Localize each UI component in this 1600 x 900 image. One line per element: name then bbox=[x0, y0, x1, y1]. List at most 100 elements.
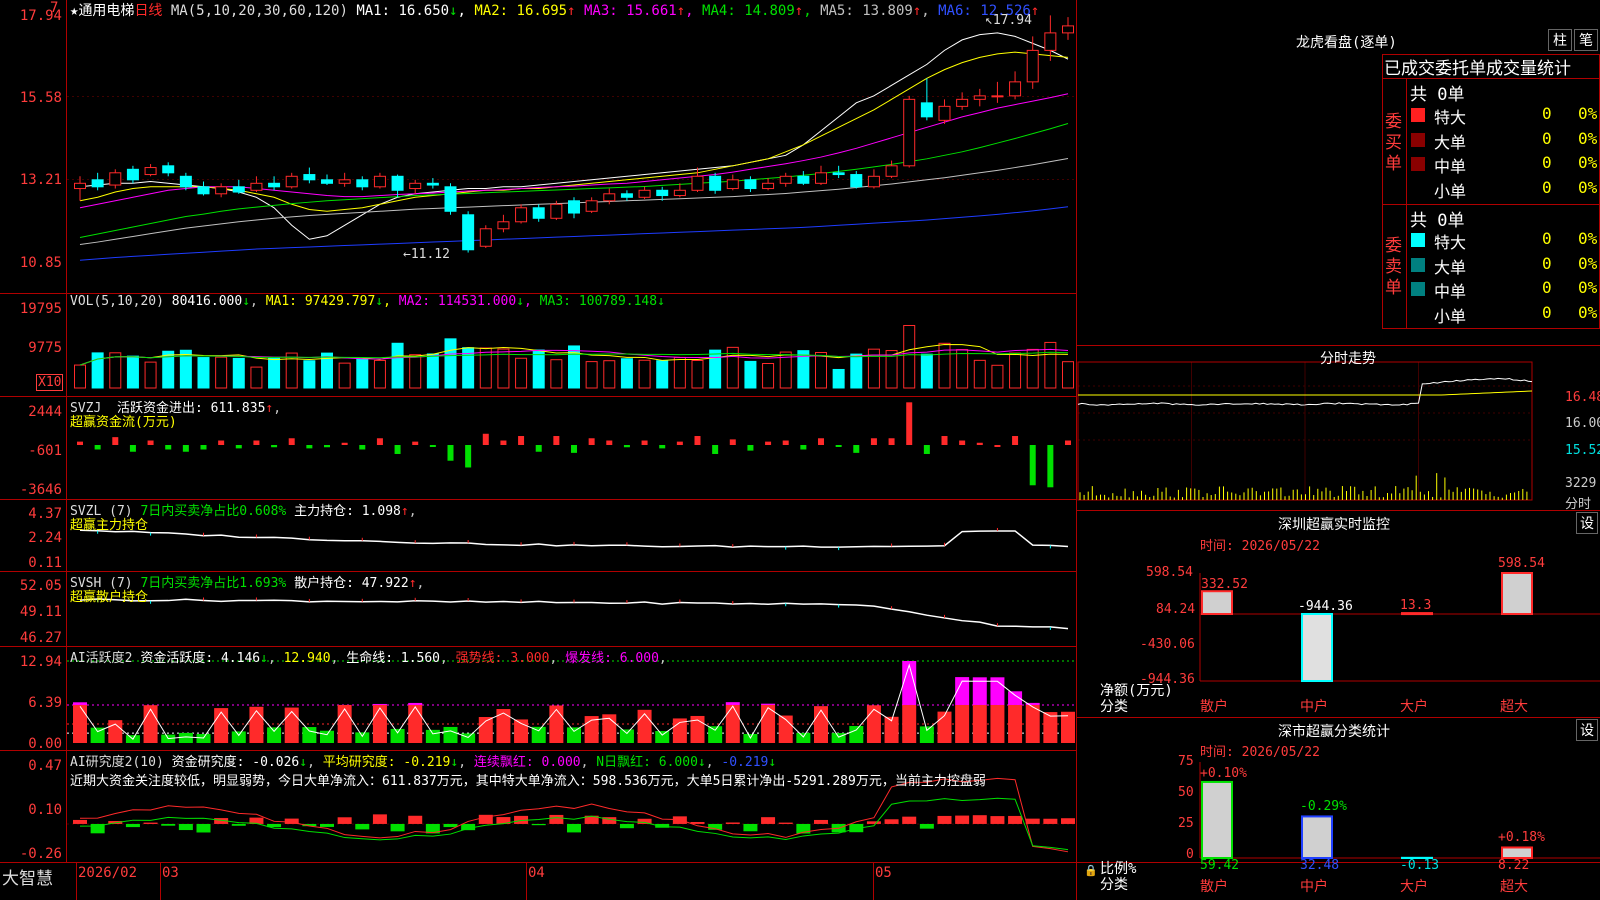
bar-mode-button[interactable]: 柱 bbox=[1548, 29, 1572, 51]
research-bar bbox=[743, 823, 758, 832]
activity-bar bbox=[637, 709, 652, 743]
volume-bar bbox=[973, 359, 986, 389]
candle-body bbox=[850, 174, 863, 188]
candle-body bbox=[744, 179, 757, 190]
candle-body bbox=[462, 214, 475, 251]
order-percent: 0% bbox=[1578, 253, 1598, 273]
research-bar bbox=[196, 823, 211, 833]
volume-bar bbox=[144, 361, 157, 389]
activity-bar bbox=[320, 730, 334, 743]
monitor-bar bbox=[1201, 590, 1233, 615]
sz-cat-large: 大户 bbox=[1400, 699, 1428, 715]
dragon-title: 龙虎看盘(逐单) bbox=[1296, 35, 1397, 51]
sz-val-mid: -944.36 bbox=[1298, 599, 1353, 614]
cls-tick-2: 50 bbox=[1178, 785, 1194, 800]
date-label-apr: 04 bbox=[528, 865, 545, 881]
sz-cat-mid: 中户 bbox=[1300, 699, 1328, 715]
fund-flow-bar bbox=[641, 440, 648, 445]
price-tick-1: 17.94 bbox=[19, 8, 62, 24]
order-size-label: 小单 bbox=[1434, 306, 1467, 326]
order-count: 0 bbox=[1542, 253, 1552, 273]
fund-flow-bar bbox=[518, 436, 525, 445]
intraday-vol-label: 3229 bbox=[1565, 476, 1597, 491]
fund-flow-bar bbox=[94, 445, 101, 450]
research-bar bbox=[778, 822, 793, 824]
volume-bar bbox=[126, 355, 139, 389]
candle-body bbox=[726, 179, 739, 190]
activity-bar bbox=[1025, 704, 1040, 743]
svsh-tick-2: 49.11 bbox=[19, 604, 62, 620]
fund-flow-bar bbox=[112, 437, 119, 445]
activity-bar bbox=[831, 733, 846, 743]
fund-flow-bar bbox=[853, 445, 860, 453]
candle-body bbox=[673, 189, 686, 197]
candle-body bbox=[338, 179, 351, 184]
order-count: 0 bbox=[1542, 278, 1552, 297]
buy-total: 共 0单 bbox=[1410, 85, 1465, 105]
order-size-label: 大单 bbox=[1434, 257, 1467, 277]
tick-mode-button[interactable]: 笔 bbox=[1574, 29, 1598, 51]
svzj-tick-1: 2444 bbox=[28, 404, 62, 420]
period-label[interactable]: 日线 bbox=[134, 3, 162, 19]
sz-tick-2: 84.24 bbox=[1156, 602, 1196, 617]
volume-bar bbox=[1062, 361, 1074, 389]
svsh-subtitle: 超赢散户持仓 bbox=[70, 590, 149, 605]
research-bar bbox=[178, 823, 193, 831]
fund-flow-bar bbox=[482, 433, 489, 445]
candle-body bbox=[479, 228, 492, 247]
svsh-tick-1: 52.05 bbox=[19, 578, 62, 594]
high-marker: ↖17.94 bbox=[985, 13, 1032, 28]
sz-unit-cat: 分类 bbox=[1100, 699, 1128, 715]
activity-bar bbox=[178, 732, 193, 743]
stock-name[interactable]: 通用电梯 bbox=[78, 3, 134, 19]
research-bar bbox=[866, 821, 881, 824]
fund-flow-bar bbox=[376, 438, 383, 445]
svzj-subtitle: 超赢资金流(万元) bbox=[70, 415, 177, 430]
activity-bar-burst bbox=[761, 703, 776, 705]
volume-bar bbox=[497, 348, 510, 389]
cls-cat-retail: 散户 bbox=[1200, 879, 1228, 895]
sz-class-settings-button[interactable]: 设 bbox=[1576, 719, 1598, 741]
candle-body bbox=[285, 175, 298, 188]
activity-bar bbox=[955, 704, 970, 743]
fund-flow-bar bbox=[500, 440, 507, 445]
lock-icon[interactable]: 🔒 bbox=[1084, 864, 1098, 877]
fund-flow-bar bbox=[941, 436, 948, 445]
cls-cat-mid: 中户 bbox=[1300, 879, 1328, 895]
fund-flow-bar bbox=[976, 442, 983, 445]
candle-body bbox=[885, 165, 898, 177]
order-percent: 0% bbox=[1578, 278, 1598, 297]
activity-bar bbox=[108, 720, 123, 743]
candle-body bbox=[656, 189, 669, 197]
sz-class-title: 深市超赢分类统计 bbox=[1278, 724, 1390, 740]
volume-bar bbox=[620, 358, 633, 389]
activity-bar bbox=[73, 704, 87, 743]
research-bar bbox=[355, 823, 370, 830]
app-logo[interactable]: 大智慧 bbox=[2, 864, 53, 889]
research-bar bbox=[955, 815, 970, 824]
order-size-label: 小单 bbox=[1434, 181, 1467, 201]
candle-body bbox=[938, 105, 951, 121]
ai-res-tick-1: 0.47 bbox=[28, 758, 62, 774]
volume-bar bbox=[426, 353, 439, 389]
candle-body bbox=[797, 175, 810, 184]
order-count: 0 bbox=[1542, 128, 1552, 148]
svzl-subtitle: 超赢主力持仓 bbox=[70, 518, 149, 533]
order-size-label: 特大 bbox=[1434, 233, 1467, 252]
fund-flow-bar bbox=[394, 445, 401, 454]
monitor-bar bbox=[1301, 613, 1333, 682]
volume-bar bbox=[550, 359, 563, 389]
order-percent: 0% bbox=[1578, 153, 1598, 172]
cls-top-mid: -0.29% bbox=[1300, 799, 1347, 814]
fund-flow-bar bbox=[606, 440, 613, 445]
candle-body bbox=[215, 186, 228, 195]
order-count: 0 bbox=[1542, 153, 1552, 172]
ai-research-header: AI研究度2(10) 资金研究度: -0.026↓, 平均研究度: -0.219… bbox=[70, 755, 777, 770]
cls-bot-super: 8.22 bbox=[1498, 858, 1530, 873]
fund-flow-bar bbox=[676, 441, 683, 445]
sz-monitor-settings-button[interactable]: 设 bbox=[1576, 512, 1598, 534]
svzj-tick-3: -3646 bbox=[19, 482, 62, 498]
ai2-header: AI活跃度2 资金活跃度: 4.146↓, 12.940, 生命线: 1.560… bbox=[70, 651, 667, 666]
candle-body bbox=[550, 203, 563, 219]
fund-flow-bar bbox=[694, 436, 701, 445]
